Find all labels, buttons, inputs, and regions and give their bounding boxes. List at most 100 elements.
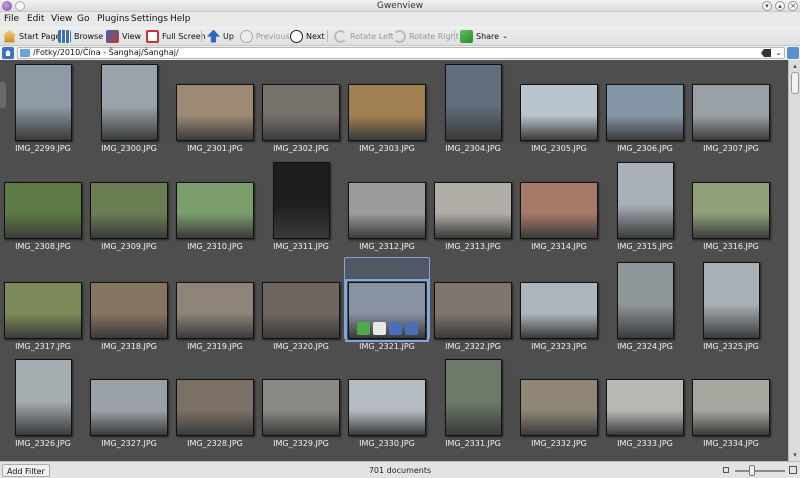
thumbnail-image[interactable] — [348, 379, 426, 436]
rotate-left-button[interactable]: Rotate Left — [334, 28, 394, 44]
thumbnail-image[interactable] — [444, 64, 502, 141]
thumbnail-image[interactable] — [692, 84, 770, 141]
thumbnail-image[interactable] — [4, 282, 82, 339]
thumbnail[interactable]: IMG_2334.JPG — [691, 358, 771, 450]
thumbnail-image[interactable] — [176, 379, 254, 436]
thumbnail[interactable]: IMG_2317.JPG — [3, 261, 83, 353]
thumbnail[interactable]: IMG_2316.JPG — [691, 161, 771, 253]
thumbnail[interactable]: IMG_2303.JPG — [347, 63, 427, 155]
thumbnail[interactable]: IMG_2304.JPG — [433, 63, 513, 155]
path-input[interactable]: /Fotky/2010/Čína - Šanghaj/Šanghaj/ ⌄ — [17, 47, 785, 59]
thumbnail[interactable]: IMG_2312.JPG — [347, 161, 427, 253]
thumbnail[interactable]: IMG_2318.JPG — [89, 261, 169, 353]
thumbnail-image[interactable] — [692, 379, 770, 436]
thumbnail-image[interactable] — [176, 282, 254, 339]
thumbnail-image[interactable] — [14, 359, 72, 436]
zoom-slider-handle[interactable] — [749, 465, 755, 476]
minimize-icon[interactable]: ▾ — [762, 1, 772, 11]
share-button[interactable]: Share ⌄ — [460, 28, 508, 44]
thumbnail-view[interactable]: IMG_2299.JPG IMG_2300.JPG IMG_2301.JPG IMG_… — [0, 60, 788, 461]
thumbnail[interactable]: IMG_2306.JPG — [605, 63, 685, 155]
menu-help[interactable]: Help — [170, 12, 191, 26]
next-button[interactable]: Next — [290, 28, 325, 44]
thumbnail[interactable]: IMG_2314.JPG — [519, 161, 599, 253]
start-page-button[interactable]: Start Page — [3, 28, 60, 44]
thumbnail-image[interactable] — [348, 84, 426, 141]
thumbnail-image[interactable] — [616, 262, 674, 339]
menu-file[interactable]: File — [4, 12, 19, 26]
thumbnail-image[interactable] — [606, 379, 684, 436]
full-screen-thumbnail-icon[interactable] — [373, 322, 386, 335]
zoom-slider[interactable] — [735, 470, 785, 472]
scrollbar-handle[interactable] — [791, 72, 799, 94]
rotate-right-thumbnail-icon[interactable] — [405, 322, 418, 335]
thumbnail[interactable]: IMG_2302.JPG — [261, 63, 341, 155]
browse-button[interactable]: Browse — [58, 28, 103, 44]
thumbnail-image[interactable] — [262, 282, 340, 339]
thumbnail[interactable]: IMG_2327.JPG — [89, 358, 169, 450]
thumbnail-image[interactable] — [272, 162, 330, 239]
thumbnail[interactable]: IMG_2309.JPG — [89, 161, 169, 253]
sidebar-toggle-icon[interactable] — [787, 47, 799, 59]
thumbnail-image[interactable] — [616, 162, 674, 239]
places-home-icon[interactable] — [2, 47, 14, 59]
thumbnail[interactable]: IMG_2299.JPG — [3, 63, 83, 155]
path-dropdown-icon[interactable]: ⌄ — [775, 48, 782, 58]
view-button[interactable]: View — [106, 28, 141, 44]
add-to-selection-icon[interactable] — [357, 322, 370, 335]
clear-path-icon[interactable] — [761, 49, 771, 57]
thumbnail-image[interactable] — [520, 379, 598, 436]
thumbnail-image[interactable] — [520, 84, 598, 141]
menu-go[interactable]: Go — [77, 12, 89, 26]
menu-settings[interactable]: Settings — [131, 12, 168, 26]
maximize-icon[interactable]: ▴ — [775, 1, 785, 11]
thumbnail[interactable]: IMG_2305.JPG — [519, 63, 599, 155]
rotate-right-button[interactable]: Rotate Right — [393, 28, 459, 44]
thumbnail-image[interactable] — [262, 379, 340, 436]
vertical-scrollbar[interactable]: ▴ ▾ — [788, 60, 800, 461]
thumbnail-image[interactable] — [692, 182, 770, 239]
thumbnail-image[interactable] — [444, 359, 502, 436]
thumbnail[interactable]: IMG_2315.JPG — [605, 161, 685, 253]
thumbnail[interactable]: IMG_2322.JPG — [433, 261, 513, 353]
menu-edit[interactable]: Edit — [27, 12, 44, 26]
thumbnail[interactable]: IMG_2307.JPG — [691, 63, 771, 155]
thumbnail-image[interactable] — [606, 84, 684, 141]
thumbnail[interactable]: IMG_2330.JPG — [347, 358, 427, 450]
thumbnail[interactable]: IMG_2332.JPG — [519, 358, 599, 450]
thumbnail-image[interactable] — [90, 282, 168, 339]
thumbnail-image[interactable] — [176, 84, 254, 141]
thumbnail[interactable]: IMG_2308.JPG — [3, 161, 83, 253]
thumbnail[interactable]: IMG_2324.JPG — [605, 261, 685, 353]
thumbnail[interactable]: IMG_2311.JPG — [261, 161, 341, 253]
thumbnail-image[interactable] — [262, 84, 340, 141]
thumbnail-image[interactable] — [702, 262, 760, 339]
thumbnail-image[interactable] — [90, 182, 168, 239]
thumbnail-image[interactable] — [100, 64, 158, 141]
up-button[interactable]: Up — [207, 28, 234, 44]
thumbnail[interactable]: IMG_2323.JPG — [519, 261, 599, 353]
rotate-left-thumbnail-icon[interactable] — [389, 322, 402, 335]
scroll-down-icon[interactable]: ▾ — [791, 451, 799, 459]
menu-view[interactable]: View — [51, 12, 72, 26]
thumbnail[interactable]: IMG_2320.JPG — [261, 261, 341, 353]
full-screen-button[interactable]: Full Screen — [146, 28, 206, 44]
thumbnail[interactable]: IMG_2319.JPG — [175, 261, 255, 353]
thumbnail[interactable]: IMG_2326.JPG — [3, 358, 83, 450]
thumbnail[interactable]: IMG_2300.JPG — [89, 63, 169, 155]
thumbnail-image[interactable] — [434, 282, 512, 339]
thumbnail-image[interactable] — [176, 182, 254, 239]
thumbnail[interactable]: IMG_2321.JPG — [344, 257, 430, 353]
zoom-out-icon[interactable] — [723, 467, 729, 473]
scroll-up-icon[interactable]: ▴ — [791, 62, 799, 70]
thumbnail-image[interactable] — [348, 182, 426, 239]
thumbnail[interactable]: IMG_2328.JPG — [175, 358, 255, 450]
thumbnail[interactable]: IMG_2331.JPG — [433, 358, 513, 450]
thumbnail-image[interactable] — [434, 182, 512, 239]
thumbnail-image[interactable] — [4, 182, 82, 239]
thumbnail[interactable]: IMG_2310.JPG — [175, 161, 255, 253]
zoom-in-icon[interactable] — [789, 466, 797, 474]
thumbnail[interactable]: IMG_2325.JPG — [691, 261, 771, 353]
thumbnail-image[interactable] — [520, 182, 598, 239]
thumbnail[interactable]: IMG_2333.JPG — [605, 358, 685, 450]
